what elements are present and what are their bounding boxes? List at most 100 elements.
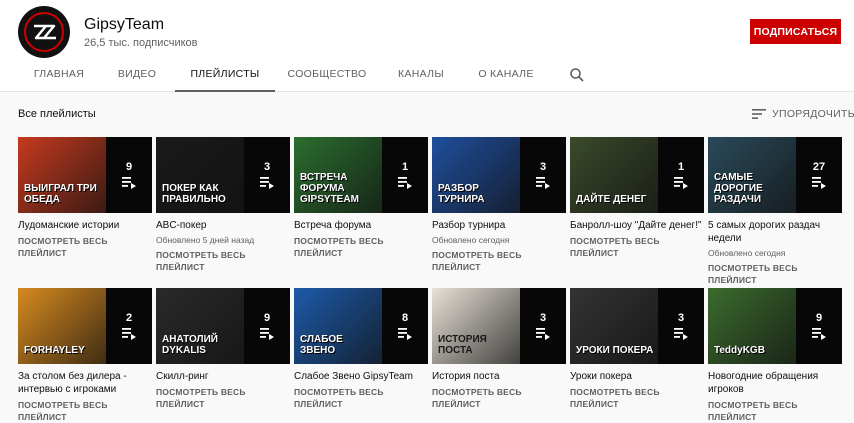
- playlist-thumbnail[interactable]: ИСТОРИЯ ПОСТА 3: [432, 288, 566, 364]
- thumbnail-text: РАЗБОР ТУРНИРА: [438, 183, 485, 205]
- playlist-card[interactable]: FORHAYLEY 2 За столом без дилера - интервь…: [18, 288, 152, 423]
- thumbnail-art: ДАЙТЕ ДЕНЕГ: [570, 137, 658, 213]
- playlist-count-overlay: 3: [520, 288, 566, 364]
- playlist-thumbnail[interactable]: FORHAYLEY 2: [18, 288, 152, 364]
- playlist-count-overlay: 1: [382, 137, 428, 213]
- thumbnail-text: АНАТОЛИЙ DYKALIS: [162, 334, 218, 356]
- view-full-playlist-link[interactable]: ПОСМОТРЕТЬ ВЕСЬ ПЛЕЙЛИСТ: [18, 235, 152, 259]
- tab-about[interactable]: О КАНАЛЕ: [470, 58, 542, 92]
- video-count: 3: [539, 161, 547, 173]
- view-full-playlist-link[interactable]: ПОСМОТРЕТЬ ВЕСЬ ПЛЕЙЛИСТ: [294, 235, 428, 259]
- playlist-count-overlay: 9: [106, 137, 152, 213]
- view-full-playlist-link[interactable]: ПОСМОТРЕТЬ ВЕСЬ ПЛЕЙЛИСТ: [18, 399, 152, 423]
- view-full-playlist-link[interactable]: ПОСМОТРЕТЬ ВЕСЬ ПЛЕЙЛИСТ: [570, 235, 704, 259]
- playlist-title[interactable]: Скилл-ринг: [156, 370, 290, 383]
- thumbnail-text: УРОКИ ПОКЕРА: [576, 345, 654, 356]
- thumbnail-art: ВСТРЕЧА ФОРУМА GIPSYTEAM: [294, 137, 382, 213]
- section-title: Все плейлисты: [18, 108, 96, 120]
- thumbnail-art: САМЫЕ ДОРОГИЕ РАЗДАЧИ: [708, 137, 796, 213]
- playlist-card[interactable]: СЛАБОЕ ЗВЕНО 8 Слабое Звено GipsyTeam ПОСМО…: [294, 288, 428, 410]
- thumbnail-text: ИСТОРИЯ ПОСТА: [438, 334, 487, 356]
- playlist-card[interactable]: ПОКЕР КАК ПРАВИЛЬНО 3 ABC-покер Обновлено 5…: [156, 137, 290, 273]
- thumbnail-art: TeddyKGB: [708, 288, 796, 364]
- playlist-card[interactable]: АНАТОЛИЙ DYKALIS 9 Скилл-ринг ПОСМОТРЕТЬ ВЕ…: [156, 288, 290, 410]
- view-full-playlist-link[interactable]: ПОСМОТРЕТЬ ВЕСЬ ПЛЕЙЛИСТ: [294, 386, 428, 410]
- playlist-count-overlay: 1: [658, 137, 704, 213]
- playlist-title[interactable]: Слабое Звено GipsyTeam: [294, 370, 428, 383]
- playlist-thumbnail[interactable]: РАЗБОР ТУРНИРА 3: [432, 137, 566, 213]
- playlist-thumbnail[interactable]: СЛАБОЕ ЗВЕНО 8: [294, 288, 428, 364]
- view-full-playlist-link[interactable]: ПОСМОТРЕТЬ ВЕСЬ ПЛЕЙЛИСТ: [432, 249, 566, 273]
- playlist-icon: [536, 328, 550, 340]
- search-icon[interactable]: [568, 66, 586, 84]
- playlist-title[interactable]: Лудоманские истории: [18, 219, 152, 232]
- channel-header: GipsyTeam 26,5 тыс. подписчиков ПОДПИСАТ…: [0, 0, 854, 92]
- sort-label: УПОРЯДОЧИТЬ: [772, 108, 854, 120]
- thumbnail-art: ИСТОРИЯ ПОСТА: [432, 288, 520, 364]
- playlist-card[interactable]: ВЫИГРАЛ ТРИ ОБЕДА 9 Лудоманские истории ПОС…: [18, 137, 152, 259]
- sort-button[interactable]: УПОРЯДОЧИТЬ: [752, 106, 854, 122]
- playlist-card[interactable]: ДАЙТЕ ДЕНЕГ 1 Банролл-шоу "Дайте денег!" ПО…: [570, 137, 704, 259]
- playlist-card[interactable]: ВСТРЕЧА ФОРУМА GIPSYTEAM 1 Встреча форума П…: [294, 137, 428, 259]
- thumbnail-art: ВЫИГРАЛ ТРИ ОБЕДА: [18, 137, 106, 213]
- subscriber-count: 26,5 тыс. подписчиков: [84, 37, 198, 49]
- playlist-icon: [398, 328, 412, 340]
- playlist-count-overlay: 3: [244, 137, 290, 213]
- gipsyteam-logo-icon: [24, 12, 64, 52]
- playlist-thumbnail[interactable]: УРОКИ ПОКЕРА 3: [570, 288, 704, 364]
- playlist-thumbnail[interactable]: АНАТОЛИЙ DYKALIS 9: [156, 288, 290, 364]
- view-full-playlist-link[interactable]: ПОСМОТРЕТЬ ВЕСЬ ПЛЕЙЛИСТ: [432, 386, 566, 410]
- video-count: 9: [263, 312, 271, 324]
- playlist-count-overlay: 3: [658, 288, 704, 364]
- channel-avatar[interactable]: [18, 6, 70, 58]
- video-count: 9: [125, 161, 133, 173]
- playlist-title[interactable]: Новогодние обращения игроков: [708, 370, 842, 396]
- view-full-playlist-link[interactable]: ПОСМОТРЕТЬ ВЕСЬ ПЛЕЙЛИСТ: [708, 262, 842, 286]
- video-count: 3: [539, 312, 547, 324]
- view-full-playlist-link[interactable]: ПОСМОТРЕТЬ ВЕСЬ ПЛЕЙЛИСТ: [708, 399, 842, 423]
- playlist-title[interactable]: За столом без дилера - интервью с игрока…: [18, 370, 152, 396]
- thumbnail-art: FORHAYLEY: [18, 288, 106, 364]
- playlist-title[interactable]: Встреча форума: [294, 219, 428, 232]
- view-full-playlist-link[interactable]: ПОСМОТРЕТЬ ВЕСЬ ПЛЕЙЛИСТ: [570, 386, 704, 410]
- view-full-playlist-link[interactable]: ПОСМОТРЕТЬ ВЕСЬ ПЛЕЙЛИСТ: [156, 249, 290, 273]
- playlist-thumbnail[interactable]: САМЫЕ ДОРОГИЕ РАЗДАЧИ 27: [708, 137, 842, 213]
- sort-icon: [752, 109, 766, 119]
- tab-videos[interactable]: ВИДЕО: [106, 58, 168, 92]
- tab-community[interactable]: СООБЩЕСТВО: [284, 58, 370, 92]
- playlist-icon: [122, 328, 136, 340]
- tab-channels[interactable]: КАНАЛЫ: [390, 58, 452, 92]
- subscribe-button[interactable]: ПОДПИСАТЬСЯ: [750, 19, 841, 44]
- playlist-count-overlay: 2: [106, 288, 152, 364]
- playlist-thumbnail[interactable]: TeddyKGB 9: [708, 288, 842, 364]
- playlist-title[interactable]: Банролл-шоу "Дайте денег!": [570, 219, 704, 232]
- playlist-card[interactable]: ИСТОРИЯ ПОСТА 3 История поста ПОСМОТРЕТЬ ВЕ…: [432, 288, 566, 410]
- thumbnail-text: ВСТРЕЧА ФОРУМА GIPSYTEAM: [300, 172, 359, 205]
- playlist-card[interactable]: РАЗБОР ТУРНИРА 3 Разбор турнира Обновлено с…: [432, 137, 566, 273]
- tab-playlists[interactable]: ПЛЕЙЛИСТЫ: [175, 58, 275, 92]
- playlist-thumbnail[interactable]: ДАЙТЕ ДЕНЕГ 1: [570, 137, 704, 213]
- video-count: 1: [677, 161, 685, 173]
- playlist-thumbnail[interactable]: ВСТРЕЧА ФОРУМА GIPSYTEAM 1: [294, 137, 428, 213]
- playlist-card[interactable]: САМЫЕ ДОРОГИЕ РАЗДАЧИ 27 5 самых дорогих р…: [708, 137, 842, 286]
- playlist-count-overlay: 3: [520, 137, 566, 213]
- playlist-title[interactable]: Разбор турнира: [432, 219, 566, 232]
- video-count: 27: [812, 161, 826, 173]
- playlist-title[interactable]: История поста: [432, 370, 566, 383]
- tab-home[interactable]: ГЛАВНАЯ: [24, 58, 94, 92]
- playlist-thumbnail[interactable]: ПОКЕР КАК ПРАВИЛЬНО 3: [156, 137, 290, 213]
- video-count: 1: [401, 161, 409, 173]
- playlist-title[interactable]: Уроки покера: [570, 370, 704, 383]
- thumbnail-art: УРОКИ ПОКЕРА: [570, 288, 658, 364]
- playlist-count-overlay: 9: [244, 288, 290, 364]
- playlist-card[interactable]: УРОКИ ПОКЕРА 3 Уроки покера ПОСМОТРЕТЬ ВЕСЬ…: [570, 288, 704, 410]
- view-full-playlist-link[interactable]: ПОСМОТРЕТЬ ВЕСЬ ПЛЕЙЛИСТ: [156, 386, 290, 410]
- video-count: 3: [263, 161, 271, 173]
- playlist-card[interactable]: TeddyKGB 9 Новогодние обращения игроков ПОС…: [708, 288, 842, 423]
- playlist-title[interactable]: 5 самых дорогих раздач недели: [708, 219, 842, 245]
- thumbnail-text: ДАЙТЕ ДЕНЕГ: [576, 194, 647, 205]
- playlist-title[interactable]: ABC-покер: [156, 219, 290, 232]
- channel-name: GipsyTeam: [84, 16, 165, 33]
- channel-tabs: ГЛАВНАЯ ВИДЕО ПЛЕЙЛИСТЫ СООБЩЕСТВО КАНАЛ…: [0, 58, 854, 92]
- playlist-thumbnail[interactable]: ВЫИГРАЛ ТРИ ОБЕДА 9: [18, 137, 152, 213]
